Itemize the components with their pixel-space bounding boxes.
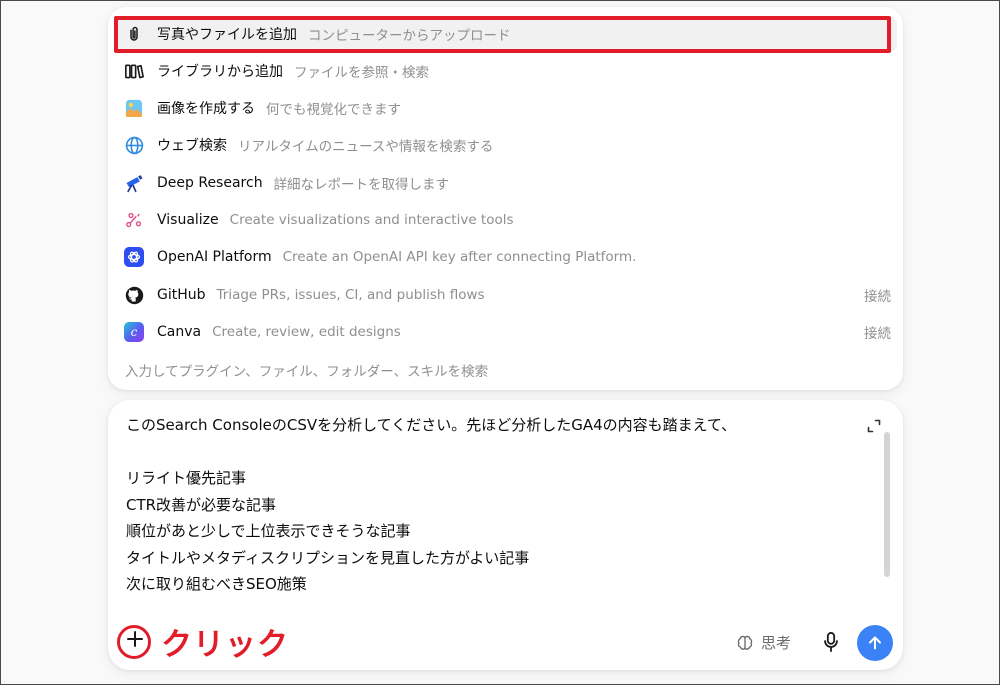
globe-icon xyxy=(123,134,145,156)
menu-item-deep-research[interactable]: Deep Research 詳細なレポートを取得します xyxy=(114,165,897,201)
arrow-up-icon xyxy=(867,635,883,651)
menu-item-label: 画像を作成する xyxy=(157,101,255,117)
menu-item-description: 何でも視覚化できます xyxy=(266,102,401,118)
library-icon xyxy=(123,60,145,82)
prompt-line xyxy=(126,439,866,466)
menu-item-description: 詳細なレポートを取得します xyxy=(273,177,450,193)
connect-button[interactable]: 接続 xyxy=(864,322,891,342)
menu-item-library[interactable]: ライブラリから追加 ファイルを参照・検索 xyxy=(114,53,897,89)
github-icon xyxy=(123,284,145,306)
menu-item-label: ライブラリから追加 xyxy=(157,64,283,80)
prompt-textarea[interactable]: このSearch ConsoleのCSVを分析してください。先ほど分析したGA4… xyxy=(126,412,866,602)
think-label: 思考 xyxy=(761,634,792,652)
plus-icon xyxy=(125,629,145,649)
menu-item-description: Create, review, edit designs xyxy=(212,324,401,340)
menu-item-visualize[interactable]: Visualize Create visualizations and inte… xyxy=(114,202,897,238)
telescope-icon xyxy=(123,172,145,194)
prompt-line: CTR改善が必要な記事 xyxy=(126,495,277,514)
menu-item-description: Create an OpenAI API key after connectin… xyxy=(282,249,637,265)
menu-item-label: ウェブ検索 xyxy=(157,138,227,154)
expand-icon[interactable] xyxy=(864,416,884,436)
paperclip-icon xyxy=(123,23,145,45)
menu-item-label: 写真やファイルを追加 xyxy=(157,27,297,43)
menu-item-label: Canva xyxy=(157,324,202,340)
prompt-line: このSearch ConsoleのCSVを分析してください。先ほど分析したGA4… xyxy=(126,416,737,434)
attachment-menu: 写真やファイルを追加 コンピューターからアップロード ライブラリから追加 ファイ… xyxy=(108,7,903,390)
send-button[interactable] xyxy=(857,625,893,661)
openai-icon xyxy=(123,246,145,268)
menu-search-input[interactable]: 入力してプラグイン、ファイル、フォルダー、スキルを検索 xyxy=(125,360,488,380)
menu-item-label: GitHub xyxy=(157,287,206,303)
microphone-icon[interactable] xyxy=(819,630,843,654)
menu-item-label: Visualize xyxy=(157,212,219,228)
prompt-line: タイトルやメタディスクリプションを見直した方がよい記事 xyxy=(126,548,530,567)
menu-item-add-file[interactable]: 写真やファイルを追加 コンピューターからアップロード xyxy=(114,16,897,52)
brain-icon xyxy=(736,633,756,653)
menu-item-openai-platform[interactable]: OpenAI Platform Create an OpenAI API key… xyxy=(114,239,897,275)
menu-item-create-image[interactable]: 画像を作成する 何でも視覚化できます xyxy=(114,90,897,126)
menu-item-description: ファイルを参照・検索 xyxy=(294,65,429,81)
svg-text:c: c xyxy=(131,325,138,339)
image-icon xyxy=(123,97,145,119)
visualize-icon xyxy=(123,209,145,231)
menu-item-description: Triage PRs, issues, CI, and publish flow… xyxy=(216,287,485,303)
menu-item-description: Create visualizations and interactive to… xyxy=(229,212,514,228)
prompt-line: リライト優先記事 xyxy=(126,469,247,487)
menu-item-label: OpenAI Platform xyxy=(157,249,272,265)
think-button[interactable]: 思考 xyxy=(736,632,791,653)
menu-item-github[interactable]: GitHub Triage PRs, issues, CI, and publi… xyxy=(114,277,897,313)
add-button[interactable] xyxy=(117,621,153,657)
connect-button[interactable]: 接続 xyxy=(864,285,891,305)
scrollbar[interactable] xyxy=(884,432,890,577)
menu-item-canva[interactable]: c Canva Create, review, edit designs 接続 xyxy=(114,314,897,350)
menu-item-description: コンピューターからアップロード xyxy=(308,28,511,44)
canva-icon: c xyxy=(123,321,145,343)
menu-item-web-search[interactable]: ウェブ検索 リアルタイムのニュースや情報を検索する xyxy=(114,127,897,163)
menu-item-description: リアルタイムのニュースや情報を検索する xyxy=(238,139,494,155)
menu-item-label: Deep Research xyxy=(157,175,263,191)
prompt-line: 次に取り組むべきSEO施策 xyxy=(126,575,307,593)
prompt-line: 順位があと少しで上位表示できそうな記事 xyxy=(126,522,411,540)
annotation-label: クリック xyxy=(161,627,289,663)
